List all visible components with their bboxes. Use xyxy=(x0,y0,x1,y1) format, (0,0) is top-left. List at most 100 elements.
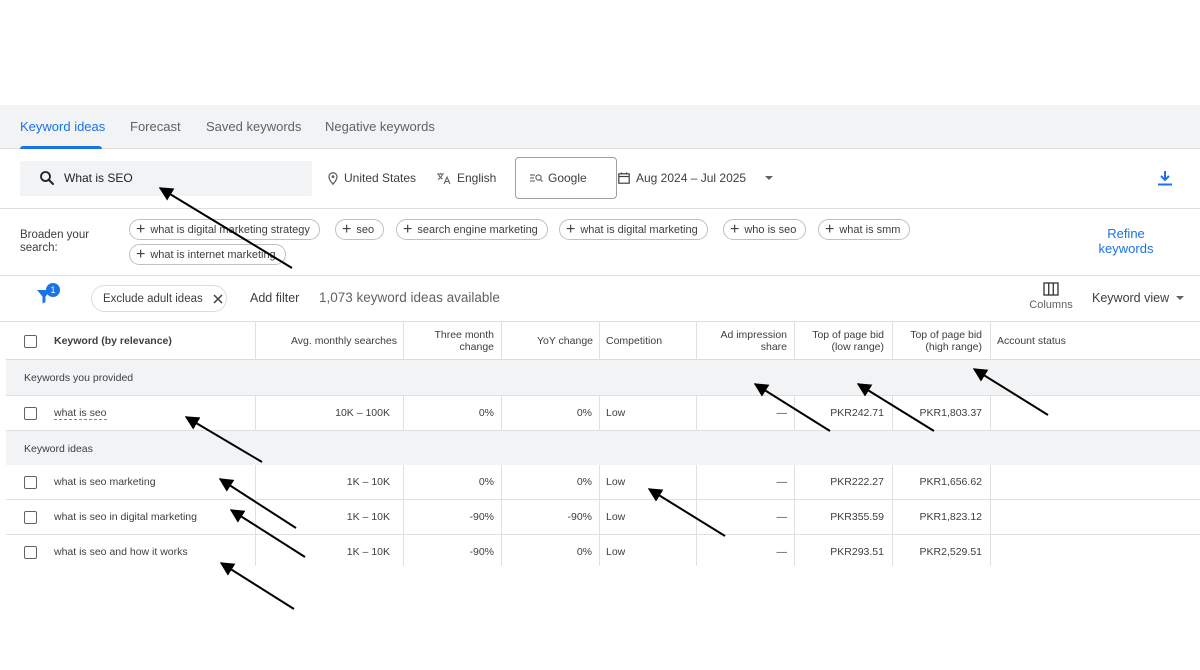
plus-icon: + xyxy=(136,220,146,238)
row-checkbox[interactable] xyxy=(24,535,37,566)
header-three-month-change[interactable]: Three month change xyxy=(403,322,494,360)
row-checkbox[interactable] xyxy=(24,465,37,499)
refine-keywords-link[interactable]: Refine keywords xyxy=(1096,226,1156,256)
broaden-chip[interactable]: + who is seo xyxy=(723,219,807,240)
header-three-line-1: Three month xyxy=(434,329,494,341)
header-low-line-1: Top of page bid xyxy=(812,329,884,341)
checkbox-icon xyxy=(24,510,37,524)
keyword-view-label: Keyword view xyxy=(1092,291,1170,305)
header-competition[interactable]: Competition xyxy=(606,322,662,360)
tab-bar: Keyword ideas Forecast Saved keywords Ne… xyxy=(0,105,1200,149)
location-label: United States xyxy=(344,171,417,185)
group-header-provided: Keywords you provided xyxy=(6,360,1200,396)
avg-searches-cell: 10K – 100K xyxy=(335,407,390,419)
broaden-chip[interactable]: + what is digital marketing xyxy=(559,219,708,240)
header-bid-high[interactable]: Top of page bid (high range) xyxy=(892,322,982,360)
plus-icon: + xyxy=(403,220,413,238)
plus-icon: + xyxy=(342,220,352,238)
ad-share-cell: — xyxy=(776,546,788,558)
columns-icon xyxy=(1043,282,1059,296)
language-label: English xyxy=(457,171,497,185)
header-ad-impression-share[interactable]: Ad impression share xyxy=(696,322,787,360)
results-toolbar: 1 Exclude adult ideas Add filter 1,073 k… xyxy=(0,276,1200,322)
header-yoy-change[interactable]: YoY change xyxy=(501,322,593,360)
avg-searches-cell: 1K – 10K xyxy=(346,511,390,523)
tab-negative-keywords[interactable]: Negative keywords xyxy=(325,119,435,134)
select-all-checkbox[interactable] xyxy=(24,322,37,360)
tab-keyword-ideas[interactable]: Keyword ideas xyxy=(20,119,105,134)
broaden-chip[interactable]: + what is smm xyxy=(818,219,911,240)
tab-saved-keywords[interactable]: Saved keywords xyxy=(206,119,301,134)
broaden-chip[interactable]: + search engine marketing xyxy=(396,219,548,240)
search-network-selector[interactable]: Google xyxy=(515,157,617,199)
columns-button[interactable]: Columns xyxy=(1028,282,1074,311)
download-icon[interactable] xyxy=(1156,169,1174,187)
group-label: Keywords you provided xyxy=(24,372,134,384)
bid-low-cell: PKR242.71 xyxy=(830,407,884,419)
dropdown-arrow-icon xyxy=(765,176,774,180)
location-pin-icon xyxy=(328,171,338,185)
table-row[interactable]: what is seo in digital marketing 1K – 10… xyxy=(6,500,1200,535)
column-divider xyxy=(990,535,991,566)
column-divider xyxy=(599,535,600,566)
chip-label: search engine marketing xyxy=(417,223,538,236)
date-range-label: Aug 2024 – Jul 2025 xyxy=(636,171,747,185)
bid-high-cell: PKR1,656.62 xyxy=(919,476,982,488)
header-account-status[interactable]: Account status xyxy=(997,322,1066,360)
chip-label: what is internet marketing xyxy=(150,248,276,261)
broaden-chip[interactable]: + what is internet marketing xyxy=(129,244,286,265)
row-checkbox[interactable] xyxy=(24,396,37,430)
calendar-icon xyxy=(618,172,630,184)
three-month-cell: 0% xyxy=(478,476,494,488)
table-row[interactable]: what is seo marketing 1K – 10K 0% 0% Low… xyxy=(6,465,1200,500)
location-selector[interactable]: United States xyxy=(328,171,416,185)
search-input[interactable]: What is SEO xyxy=(20,161,312,196)
three-month-cell: -90% xyxy=(469,546,494,558)
plus-icon: + xyxy=(730,220,740,238)
header-low-line-2: (low range) xyxy=(831,341,884,353)
three-month-cell: 0% xyxy=(478,407,494,419)
competition-cell: Low xyxy=(606,407,626,419)
keyword-cell: what is seo in digital marketing xyxy=(54,511,197,523)
broaden-chip[interactable]: + seo xyxy=(335,219,385,240)
keyword-cell: what is seo xyxy=(54,396,107,430)
exclude-adult-ideas-chip[interactable]: Exclude adult ideas xyxy=(91,285,227,312)
checkbox-icon xyxy=(24,475,37,489)
table-row[interactable]: what is seo 10K – 100K 0% 0% Low — PKR24… xyxy=(6,396,1200,431)
close-icon[interactable] xyxy=(213,293,223,304)
row-checkbox[interactable] xyxy=(24,500,37,534)
tab-forecast[interactable]: Forecast xyxy=(130,119,181,134)
checkbox-icon xyxy=(24,406,37,420)
checkbox-icon xyxy=(24,334,37,348)
group-header-ideas: Keyword ideas xyxy=(6,431,1200,467)
filter-count-badge: 1 xyxy=(46,283,60,297)
network-label: Google xyxy=(548,171,587,185)
chip-label: seo xyxy=(356,223,375,236)
broaden-chip[interactable]: + what is digital marketing strategy xyxy=(129,219,320,240)
keyword-view-dropdown[interactable]: Keyword view xyxy=(1092,291,1185,305)
add-filter-button[interactable]: Add filter xyxy=(250,291,299,305)
plus-icon: + xyxy=(825,220,835,238)
search-query: What is SEO xyxy=(64,171,133,185)
competition-cell: Low xyxy=(606,511,626,523)
bid-low-cell: PKR293.51 xyxy=(830,546,884,558)
table-row[interactable]: what is seo and how it works 1K – 10K -9… xyxy=(6,535,1200,566)
header-keyword[interactable]: Keyword (by relevance) xyxy=(54,322,172,360)
column-divider xyxy=(599,465,600,499)
keyword-text: what is seo xyxy=(54,406,107,420)
language-selector[interactable]: English xyxy=(436,171,496,185)
bid-high-cell: PKR1,803.37 xyxy=(919,407,982,419)
header-avg-monthly-searches[interactable]: Avg. monthly searches xyxy=(255,322,397,360)
date-range-selector[interactable]: Aug 2024 – Jul 2025 xyxy=(618,171,776,185)
header-high-line-1: Top of page bid xyxy=(910,329,982,341)
plus-icon: + xyxy=(566,220,576,238)
header-ad-line-1: Ad impression xyxy=(720,329,787,341)
chip-label: what is smm xyxy=(839,223,901,236)
column-divider xyxy=(990,322,991,360)
search-network-icon xyxy=(530,173,543,182)
annotation-arrow-icon xyxy=(219,562,295,610)
three-month-cell: -90% xyxy=(469,511,494,523)
column-divider xyxy=(599,396,600,430)
bid-low-cell: PKR222.27 xyxy=(830,476,884,488)
header-bid-low[interactable]: Top of page bid (low range) xyxy=(794,322,884,360)
